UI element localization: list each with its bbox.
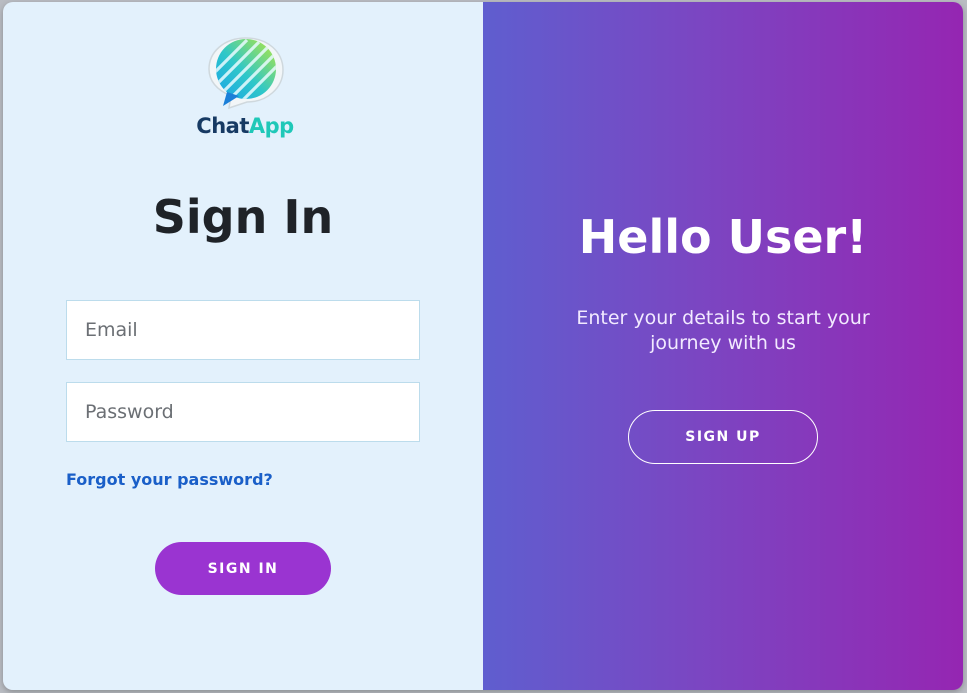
- welcome-subtitle: Enter your details to start your journey…: [576, 307, 870, 354]
- sign-in-panel: ChatApp Sign In Forgot your password? SI…: [3, 2, 483, 690]
- welcome-title: Hello User!: [578, 210, 868, 264]
- app-logo-text: ChatApp: [193, 114, 297, 138]
- app-logo: ChatApp: [193, 36, 297, 142]
- logo-text-part1: Chat: [196, 114, 249, 138]
- auth-card: ChatApp Sign In Forgot your password? SI…: [3, 2, 963, 690]
- welcome-panel: Hello User! Enter your details to start …: [483, 2, 963, 690]
- email-input[interactable]: [66, 300, 420, 360]
- password-input[interactable]: [66, 382, 420, 442]
- chat-bubble-logo-icon: [208, 37, 284, 110]
- sign-in-button[interactable]: SIGN IN: [155, 542, 331, 595]
- sign-up-button[interactable]: SIGN UP: [628, 410, 818, 464]
- sign-in-title: Sign In: [152, 190, 334, 244]
- forgot-password-link[interactable]: Forgot your password?: [66, 470, 273, 489]
- logo-text-part2: App: [248, 114, 294, 138]
